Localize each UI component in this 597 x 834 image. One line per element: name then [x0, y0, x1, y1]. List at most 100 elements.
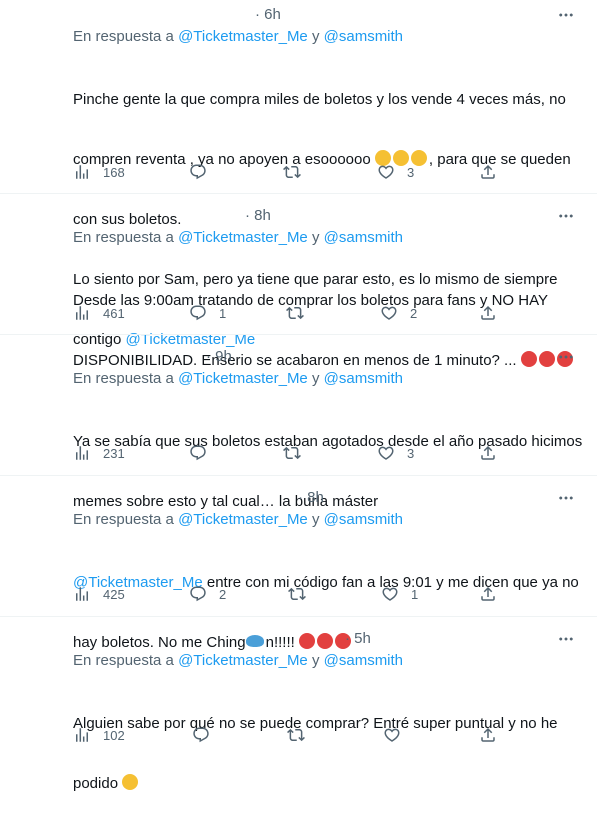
share-upload-icon: [479, 444, 497, 462]
reply-prefix: En respuesta a: [73, 370, 174, 387]
reply-button[interactable]: [192, 723, 222, 747]
retweet-icon: [283, 444, 301, 462]
share-button[interactable]: [479, 301, 497, 325]
like-count: 3: [407, 445, 415, 461]
reply-context: En respuesta a @Ticketmaster_Me y @samsm…: [73, 370, 403, 387]
more-dots-icon[interactable]: [557, 348, 575, 366]
more-dots-icon[interactable]: [557, 6, 575, 24]
share-upload-icon: [479, 585, 497, 603]
reply-prefix: En respuesta a: [73, 28, 174, 45]
views-count: 425: [103, 586, 125, 602]
reply-prefix: En respuesta a: [73, 652, 174, 669]
views-button[interactable]: 425: [73, 582, 125, 606]
reply-context: En respuesta a @Ticketmaster_Me y @samsm…: [73, 511, 403, 528]
views-count: 168: [103, 164, 125, 180]
text-line: podido: [73, 774, 583, 794]
tweet-timestamp[interactable]: · 6h: [255, 6, 281, 23]
like-button[interactable]: 1: [381, 582, 418, 606]
tweet-4[interactable]: · 8h En respuesta a @Ticketmaster_Me y @…: [0, 476, 597, 651]
more-dots-icon[interactable]: [557, 630, 575, 648]
mention-link[interactable]: @samsmith: [324, 511, 403, 528]
share-upload-icon: [479, 163, 497, 181]
tweet-2[interactable]: · 8h En respuesta a @Ticketmaster_Me y @…: [0, 194, 597, 369]
reply-prefix: En respuesta a: [73, 511, 174, 528]
analytics-bar-icon: [73, 304, 91, 322]
reply-bubble-icon: [189, 444, 207, 462]
tweet-timestamp[interactable]: · 9h: [206, 348, 232, 365]
like-button[interactable]: 3: [377, 160, 414, 184]
share-button[interactable]: [479, 160, 497, 184]
tweet-3[interactable]: · 9h En respuesta a @Ticketmaster_Me y @…: [0, 335, 597, 510]
tweet-actions: 425 2 1: [0, 582, 597, 606]
more-dots-icon[interactable]: [557, 489, 575, 507]
views-count: 102: [103, 727, 125, 743]
reply-button[interactable]: 1: [189, 301, 226, 325]
like-count: 1: [411, 586, 419, 602]
retweet-button[interactable]: [283, 441, 313, 465]
reply-context: En respuesta a @Ticketmaster_Me y @samsm…: [73, 28, 403, 45]
tweet-text: Alguien sabe por qué no se puede comprar…: [73, 674, 583, 834]
text-line: Pinche gente la que compra miles de bole…: [73, 91, 566, 108]
mention-link[interactable]: @samsmith: [324, 28, 403, 45]
reply-button[interactable]: [189, 160, 219, 184]
views-button[interactable]: 461: [73, 301, 125, 325]
tweet-actions: 168 3: [0, 160, 597, 184]
retweet-button[interactable]: [288, 582, 318, 606]
tweet-actions: 461 1 2: [0, 301, 597, 325]
reply-and: y: [311, 370, 320, 387]
retweet-icon: [288, 585, 306, 603]
tweet-timestamp[interactable]: · 8h: [245, 207, 271, 224]
reply-bubble-icon: [192, 726, 210, 744]
mention-link[interactable]: @samsmith: [324, 370, 403, 387]
more-dots-icon[interactable]: [557, 207, 575, 225]
loudly-crying-face-icon: [122, 774, 139, 790]
analytics-bar-icon: [73, 585, 91, 603]
views-count: 231: [103, 445, 125, 461]
tweet-1[interactable]: · 6h En respuesta a @Ticketmaster_Me y @…: [0, 0, 597, 348]
reply-count: 1: [219, 305, 227, 321]
reply-prefix: En respuesta a: [73, 229, 174, 246]
heart-icon: [381, 585, 399, 603]
analytics-bar-icon: [73, 726, 91, 744]
retweet-button[interactable]: [286, 301, 316, 325]
mention-link[interactable]: @Ticketmaster_Me: [178, 511, 308, 528]
reply-button[interactable]: 2: [189, 582, 226, 606]
like-button[interactable]: 3: [377, 441, 414, 465]
analytics-bar-icon: [73, 444, 91, 462]
mention-link[interactable]: @samsmith: [324, 229, 403, 246]
tweet-actions: 231 3: [0, 441, 597, 465]
retweet-icon: [287, 726, 305, 744]
heart-icon: [377, 444, 395, 462]
heart-icon: [377, 163, 395, 181]
views-button[interactable]: 168: [73, 160, 125, 184]
views-button[interactable]: 102: [73, 723, 125, 747]
mention-link[interactable]: @Ticketmaster_Me: [178, 652, 308, 669]
tweet-timestamp[interactable]: · 8h: [298, 489, 324, 506]
mention-link[interactable]: @samsmith: [324, 652, 403, 669]
reply-count: 2: [219, 586, 227, 602]
mention-link[interactable]: @Ticketmaster_Me: [178, 229, 308, 246]
retweet-button[interactable]: [287, 723, 317, 747]
tweet-timestamp[interactable]: · 5h: [345, 630, 371, 647]
like-button[interactable]: [383, 723, 413, 747]
like-button[interactable]: 2: [380, 301, 417, 325]
mention-link[interactable]: @Ticketmaster_Me: [178, 370, 308, 387]
share-upload-icon: [479, 726, 497, 744]
tweet-5[interactable]: · 5h En respuesta a @Ticketmaster_Me y @…: [0, 617, 597, 792]
share-upload-icon: [479, 304, 497, 322]
views-button[interactable]: 231: [73, 441, 125, 465]
reply-context: En respuesta a @Ticketmaster_Me y @samsm…: [73, 652, 403, 669]
text-segment: podido: [73, 775, 119, 792]
share-button[interactable]: [479, 441, 497, 465]
mention-link[interactable]: @Ticketmaster_Me: [178, 28, 308, 45]
retweet-button[interactable]: [283, 160, 313, 184]
share-button[interactable]: [479, 582, 497, 606]
retweet-icon: [286, 304, 304, 322]
reply-button[interactable]: [189, 441, 219, 465]
retweet-icon: [283, 163, 301, 181]
share-button[interactable]: [479, 723, 497, 747]
analytics-bar-icon: [73, 163, 91, 181]
reply-and: y: [311, 28, 320, 45]
heart-icon: [383, 726, 401, 744]
reply-and: y: [311, 652, 320, 669]
